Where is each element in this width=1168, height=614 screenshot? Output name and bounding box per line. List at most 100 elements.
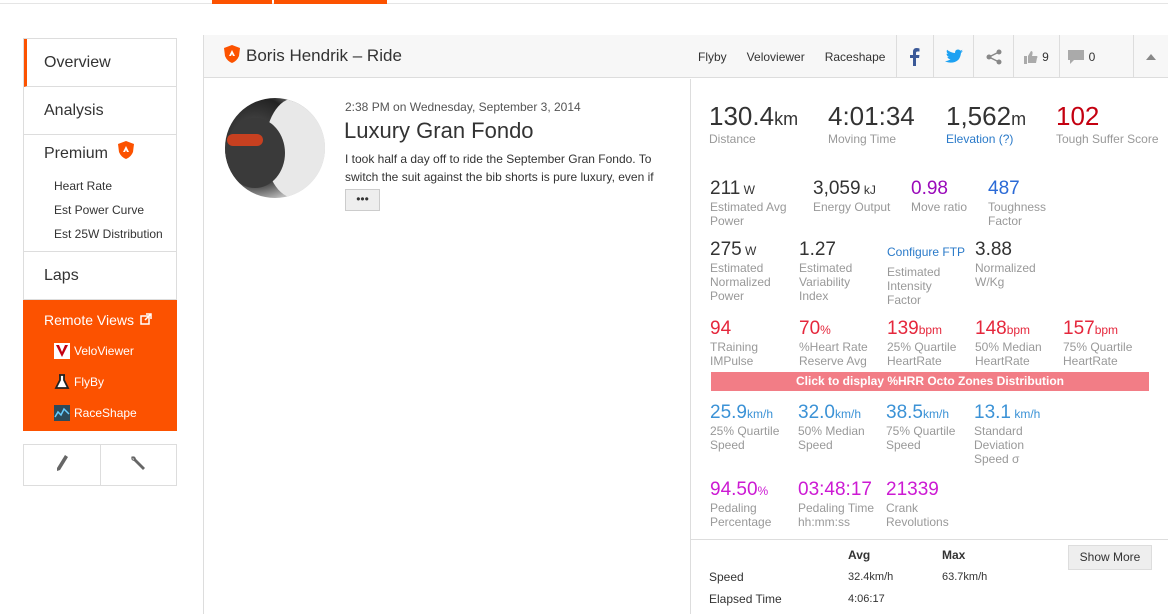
comment-icon: [1067, 49, 1084, 64]
edit-button[interactable]: [24, 445, 100, 485]
stat-variability-index: 1.27 Estimated Variability Index: [799, 239, 869, 303]
stat-label: 75% Quartile HeartRate: [1063, 340, 1133, 368]
stat-label: Pedaling Time hh:mm:ss: [798, 501, 875, 529]
stat-value: 3.88: [975, 239, 1012, 260]
stat-distance: 130.4km Distance: [709, 101, 798, 146]
sidebar-item-est-25w-distribution[interactable]: Est 25W Distribution: [44, 227, 164, 241]
stat-toughness-factor: 487 Toughness Factor: [988, 178, 1063, 228]
share-button[interactable]: [973, 35, 1013, 78]
stat-label: Tough Suffer Score: [1056, 132, 1159, 146]
stat-label: Move ratio: [911, 200, 968, 214]
twitter-share-button[interactable]: [933, 35, 973, 78]
stat-elevation: 1,562m Elevation (?): [946, 101, 1026, 146]
stats-panel: 130.4km Distance 4:01:34 Moving Time 1,5…: [690, 79, 1168, 614]
sidebar-item-premium[interactable]: Premium: [44, 140, 176, 167]
stat-trimp: 94 TRaining IMPulse: [710, 318, 790, 368]
stat-label: Estimated Intensity Factor: [887, 265, 941, 307]
stat-crank-revolutions: 21339 Crank Revolutions: [886, 479, 966, 529]
stat-value: 211 W: [710, 178, 755, 199]
chevron-up-icon: [1146, 53, 1156, 60]
stat-value: 148bpm: [975, 318, 1031, 339]
sidebar-premium-section: Premium Heart Rate Est Power Curve Est 2…: [24, 135, 176, 252]
elapsed-time-avg: 4:06:17: [848, 593, 885, 605]
collapse-button[interactable]: [1133, 35, 1168, 78]
stat-hr-50-median: 148bpm 50% Median HeartRate: [975, 318, 1055, 368]
kudos-button[interactable]: 9: [1013, 35, 1059, 78]
premium-label: Premium: [44, 145, 109, 162]
sidebar-item-est-power-curve[interactable]: Est Power Curve: [44, 203, 164, 217]
remote-item-raceshape[interactable]: RaceShape: [44, 403, 176, 422]
stat-value: 102: [1056, 101, 1100, 131]
stat-label: Estimated Variability Index: [799, 261, 853, 303]
stat-label: Standard Deviation Speed σ: [974, 424, 1025, 466]
stat-label: Distance: [709, 132, 756, 146]
configure-ftp-link[interactable]: Configure FTP: [887, 245, 967, 259]
expand-description-button[interactable]: •••: [345, 189, 380, 211]
stat-label: 25% Quartile Speed: [710, 424, 780, 452]
avatar-sunglasses: [227, 134, 263, 146]
share-icon: [986, 49, 1001, 64]
stat-label: Pedaling Percentage: [710, 501, 772, 529]
stat-value: 139bpm: [887, 318, 943, 339]
stat-value: 70%: [799, 318, 831, 339]
athlete-avatar[interactable]: [225, 98, 325, 198]
athlete-activity-title[interactable]: Boris Hendrik – Ride: [246, 46, 402, 66]
activity-datetime: 2:38 PM on Wednesday, September 3, 2014: [345, 100, 581, 114]
sidebar-item-overview[interactable]: Overview: [24, 39, 176, 87]
stat-label: Crank Revolutions: [886, 501, 949, 529]
remote-views-panel: Remote Views VeloViewer FlyBy RaceShape: [23, 300, 177, 431]
sidebar-item-analysis[interactable]: Analysis: [24, 87, 176, 135]
flyby-link[interactable]: Flyby: [698, 50, 727, 64]
thumbs-up-icon: [1024, 50, 1038, 64]
comments-button[interactable]: 0: [1059, 35, 1103, 78]
remote-item-veloviewer[interactable]: VeloViewer: [44, 341, 176, 360]
stat-value: 21339: [886, 479, 939, 500]
veloviewer-link[interactable]: Veloviewer: [747, 50, 805, 64]
hrr-zones-button[interactable]: Click to display %HRR Octo Zones Distrib…: [711, 372, 1149, 391]
sidebar-item-heart-rate[interactable]: Heart Rate: [44, 179, 164, 193]
activity-title: Luxury Gran Fondo: [344, 118, 534, 143]
stat-intensity-factor: Configure FTP Estimated Intensity Factor: [887, 245, 967, 307]
stat-value: 32.0km/h: [798, 402, 861, 423]
top-tab-secondary[interactable]: [274, 0, 387, 4]
stat-label: TRaining IMPulse: [710, 340, 759, 368]
stat-label: 75% Quartile Speed: [886, 424, 956, 452]
sidebar-nav: Overview Analysis Premium Heart Rate Est…: [23, 38, 177, 300]
stat-energy-output: 3,059 kJ Energy Output: [813, 178, 890, 214]
flyby-label: FlyBy: [74, 374, 104, 389]
top-tab-strip: [0, 0, 1168, 4]
stat-value: 94: [710, 318, 732, 339]
remote-views-title: Remote Views: [44, 311, 176, 329]
sidebar-item-laps[interactable]: Laps: [24, 252, 176, 300]
external-link-icon: [140, 312, 152, 328]
kudos-count: 9: [1042, 49, 1049, 64]
stat-hr-75-quartile: 157bpm 75% Quartile HeartRate: [1063, 318, 1143, 368]
stat-value: 3,059 kJ: [813, 178, 876, 199]
stat-value: 275 W: [710, 239, 757, 260]
avatar-face: [225, 118, 285, 188]
stat-value: 4:01:34: [828, 101, 915, 131]
stat-speed-25-quartile: 25.9km/h 25% Quartile Speed: [710, 402, 795, 452]
stat-suffer-score: 102 Tough Suffer Score: [1056, 101, 1166, 146]
facebook-share-button[interactable]: [896, 35, 933, 78]
speed-avg: 32.4km/h: [848, 571, 894, 583]
activity-description: I took half a day off to ride the Septem…: [345, 152, 654, 184]
raceshape-link[interactable]: Raceshape: [825, 50, 886, 64]
stat-value: 1,562m: [946, 101, 1027, 131]
stat-moving-time: 4:01:34 Moving Time: [828, 101, 915, 146]
settings-button[interactable]: [99, 445, 177, 485]
stat-value: 0.98: [911, 178, 948, 199]
stat-value: 487: [988, 178, 1020, 199]
stat-label: %Heart Rate Reserve Avg: [799, 340, 868, 368]
activity-header: Boris Hendrik – Ride Flyby Veloviewer Ra…: [204, 35, 1168, 78]
show-more-button[interactable]: Show More: [1068, 545, 1152, 570]
stat-avg-power: 211 W Estimated Avg Power: [710, 178, 795, 228]
stat-label: Estimated Avg Power: [710, 200, 787, 228]
top-tab-active[interactable]: [212, 0, 272, 4]
stat-speed-75-quartile: 38.5km/h 75% Quartile Speed: [886, 402, 971, 452]
sidebar-tools: [23, 444, 177, 486]
header-links: Flyby Veloviewer Raceshape: [698, 35, 905, 78]
elevation-help-link[interactable]: Elevation (?): [946, 132, 1026, 146]
remote-item-flyby[interactable]: FlyBy: [44, 372, 176, 391]
stat-speed-std-dev: 13.1 km/h Standard Deviation Speed σ: [974, 402, 1059, 466]
